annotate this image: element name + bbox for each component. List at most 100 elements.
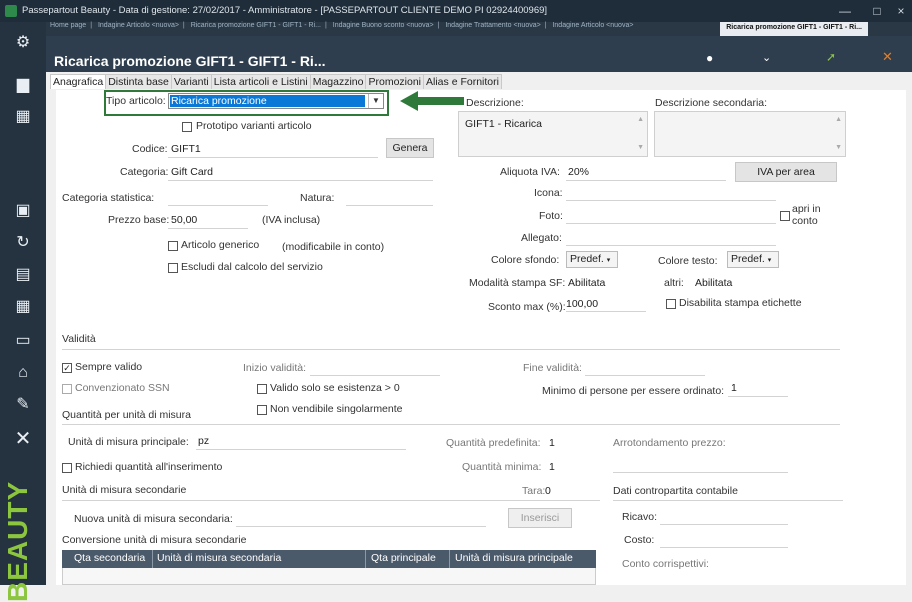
doc-tab-active[interactable]: Ricarica promozione GIFT1 - GIFT1 - Ri..… <box>720 22 868 36</box>
gear-icon[interactable]: ⚙ <box>0 30 46 56</box>
codice-label: Codice: <box>132 143 168 155</box>
descrizione-field[interactable]: GIFT1 - Ricarica ▲ ▼ <box>458 111 648 157</box>
allegato-label: Allegato: <box>521 232 562 244</box>
cash-register-icon[interactable]: ▆ <box>0 72 46 98</box>
refresh-icon[interactable]: ↻ <box>0 230 46 256</box>
arrow-icon <box>400 91 464 111</box>
non-vendibile-checkbox[interactable] <box>257 405 267 415</box>
column-header[interactable]: Qta principale <box>371 552 436 564</box>
title-bar: Passepartout Beauty - Data di gestione: … <box>0 0 912 22</box>
arrotondamento-label: Arrotondamento prezzo: <box>613 437 726 449</box>
chevron-down-icon[interactable]: ▼ <box>368 94 383 108</box>
descr-sec-field[interactable]: ▲ ▼ <box>654 111 846 157</box>
doc-tab[interactable]: Ricarica promozione GIFT1 - GIFT1 - Ri..… <box>191 22 321 29</box>
categoria-label: Categoria: <box>120 166 169 178</box>
ricavo-label: Ricavo: <box>622 511 658 523</box>
richiedi-label: Richiedi quantità all'inserimento <box>75 461 223 473</box>
keyboard-icon[interactable]: ▭ <box>0 328 46 354</box>
lock-icon[interactable]: ⌂ <box>0 360 46 386</box>
colore-testo-select[interactable]: Predef. ▾ <box>727 251 779 268</box>
grid-add-icon[interactable]: ▦ <box>0 104 46 130</box>
qta-predef-field[interactable]: 1 <box>549 437 555 449</box>
tab-varianti[interactable]: Varianti <box>170 74 212 89</box>
altri-value[interactable]: Abilitata <box>695 277 732 289</box>
mod-stampa-label: Modalità stampa SF: <box>469 277 566 289</box>
descr-sec-label: Descrizione secondaria: <box>655 97 768 109</box>
dati-contropartita-heading: Dati contropartita contabile <box>613 485 738 497</box>
iva-area-button[interactable]: IVA per area <box>735 162 837 182</box>
doc-tab[interactable]: Home page <box>50 22 86 29</box>
convenzionato-label: Convenzionato SSN <box>75 382 170 394</box>
qta-min-field[interactable]: 1 <box>549 461 555 473</box>
prototipo-label: Prototipo varianti articolo <box>196 120 312 132</box>
fine-label: Fine validità: <box>523 362 582 374</box>
tipo-label: Tipo articolo: <box>106 95 166 107</box>
articolo-generico-checkbox[interactable] <box>168 241 178 251</box>
tab-alias-fornitori[interactable]: Alias e Fornitori <box>423 74 502 89</box>
sempre-valido-checkbox[interactable]: ✓ <box>62 363 72 373</box>
modificabile-label: (modificabile in conto) <box>282 241 385 253</box>
column-header[interactable]: Unità di misura secondaria <box>157 552 281 564</box>
tab-magazzino[interactable]: Magazzino <box>309 74 367 89</box>
icona-label: Icona: <box>534 187 563 199</box>
tab-anagrafica[interactable]: Anagrafica <box>50 74 107 89</box>
excel-icon[interactable]: ▤ <box>0 262 46 288</box>
doc-tab[interactable]: Indagine Articolo <nuova> <box>98 22 179 29</box>
aliquota-label: Aliquota IVA: <box>500 166 560 178</box>
tab-lista-articoli[interactable]: Lista articoli e Listini <box>210 74 311 89</box>
minimize-button[interactable]: — <box>834 2 856 20</box>
foto-label: Foto: <box>539 210 563 222</box>
descrizione-label: Descrizione: <box>466 97 524 109</box>
chevron-down-icon: ▾ <box>606 257 611 264</box>
um-principale-field[interactable]: pz <box>198 435 209 447</box>
export-icon[interactable]: ➚ <box>826 50 836 64</box>
tipo-value: Ricarica promozione <box>170 95 365 107</box>
minimo-label: Minimo di persone per essere ordinato: <box>542 385 725 397</box>
minimo-field[interactable]: 1 <box>731 382 737 394</box>
record-icon[interactable]: ● <box>706 51 713 65</box>
altri-label: altri: <box>664 277 684 289</box>
sconto-field[interactable]: 100,00 <box>566 298 598 310</box>
doc-tab[interactable]: Indagine Articolo <nuova> <box>552 22 633 29</box>
tab-distinta-base[interactable]: Distinta base <box>105 74 172 89</box>
close-icon[interactable]: ✕ <box>0 426 46 452</box>
page-header: Ricarica promozione GIFT1 - GIFT1 - Ri..… <box>46 36 912 72</box>
wrench-icon[interactable]: ✎ <box>0 392 46 418</box>
richiedi-checkbox[interactable] <box>62 463 72 473</box>
column-header[interactable]: Qta secondaria <box>74 552 145 564</box>
doc-tab[interactable]: Indagine Trattamento <nuova> <box>445 22 540 29</box>
tab-promozioni[interactable]: Promozioni <box>365 74 425 89</box>
inserisci-button[interactable]: Inserisci <box>508 508 572 528</box>
calculator-icon[interactable]: ▦ <box>0 294 46 320</box>
codice-field[interactable]: GIFT1 <box>171 143 201 155</box>
chevron-down-icon[interactable]: ⌄ <box>762 51 771 64</box>
categoria-field[interactable]: Gift Card <box>171 166 213 178</box>
convenzionato-checkbox[interactable] <box>62 384 72 394</box>
section-tabs: Anagrafica Distinta base Varianti Lista art… <box>50 74 502 90</box>
valido-solo-checkbox[interactable] <box>257 384 267 394</box>
aliquota-field[interactable]: 20% <box>568 166 589 178</box>
um-secondarie-heading: Unità di misura secondarie <box>62 484 187 496</box>
um-principale-label: Unità di misura principale: <box>68 436 189 448</box>
close-doc-icon[interactable]: ✕ <box>882 49 893 65</box>
doc-tab[interactable]: Indagine Buono sconto <nuova> <box>333 22 434 29</box>
close-button[interactable]: × <box>890 2 912 20</box>
colore-sfondo-select[interactable]: Predef. ▾ <box>566 251 618 268</box>
escludi-checkbox[interactable] <box>168 263 178 273</box>
sconto-label: Sconto max (%): <box>488 301 566 313</box>
tara-field[interactable]: 0 <box>545 485 551 497</box>
disabilita-checkbox[interactable] <box>666 299 676 309</box>
validita-heading: Validità <box>62 333 96 345</box>
maximize-button[interactable]: □ <box>866 2 888 20</box>
inizio-label: Inizio validità: <box>243 362 307 374</box>
escludi-label: Escludi dal calcolo del servizio <box>181 261 323 273</box>
mod-stampa-value[interactable]: Abilitata <box>568 277 605 289</box>
brand-logo: BEAUTY <box>2 480 33 602</box>
column-header[interactable]: Unità di misura principale <box>455 552 573 564</box>
prototipo-checkbox[interactable] <box>182 122 192 132</box>
apri-in-conto-checkbox[interactable] <box>780 211 790 221</box>
tipo-articolo-select[interactable]: Ricarica promozione ▼ <box>168 93 384 109</box>
genera-button[interactable]: Genera <box>386 138 434 158</box>
prezzo-field[interactable]: 50,00 <box>171 214 197 226</box>
save-icon[interactable]: ▣ <box>0 198 46 224</box>
